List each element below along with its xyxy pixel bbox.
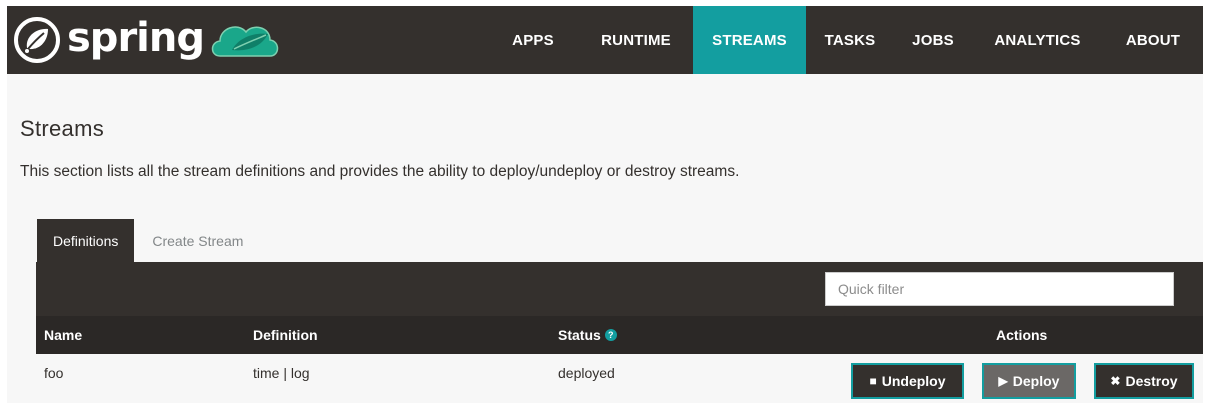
destroy-button[interactable]: ✖ Destroy [1094, 363, 1194, 399]
play-icon: ▶ [998, 374, 1008, 388]
column-header-status[interactable]: Status ? [558, 316, 617, 354]
nav-about[interactable]: ABOUT [1103, 6, 1203, 74]
filter-bar [36, 262, 1203, 316]
stop-icon: ■ [869, 374, 877, 388]
stream-tabs: Definitions Create Stream [37, 219, 259, 262]
nav-runtime[interactable]: RUNTIME [579, 6, 693, 74]
spring-leaf-icon [14, 17, 60, 63]
nav-tasks[interactable]: TASKS [806, 6, 894, 74]
tab-definitions[interactable]: Definitions [37, 219, 135, 262]
tab-create-stream[interactable]: Create Stream [134, 219, 259, 262]
undeploy-button[interactable]: ■ Undeploy [851, 363, 964, 399]
quick-filter-input[interactable] [825, 272, 1174, 306]
undeploy-label: Undeploy [881, 373, 946, 389]
top-navbar: spring APPS RUNTIME STREAMS TASKS JOBS A… [7, 6, 1203, 74]
column-header-actions: Actions [996, 327, 1048, 343]
deploy-button[interactable]: ▶ Deploy [982, 363, 1076, 399]
nav-apps[interactable]: APPS [487, 6, 579, 74]
nav-analytics[interactable]: ANALYTICS [972, 6, 1103, 74]
main-nav: APPS RUNTIME STREAMS TASKS JOBS ANALYTIC… [487, 6, 1203, 74]
deploy-label: Deploy [1012, 373, 1060, 389]
table-header: Name Definition Status ? Actions [36, 316, 1203, 354]
stream-definition: time | log [253, 365, 310, 381]
brand-logo[interactable]: spring [13, 10, 280, 70]
stream-status: deployed [558, 365, 615, 381]
column-header-status-label: Status [558, 327, 601, 343]
table-row: foo time | log deployed ■ Undeploy ▶ Dep… [36, 354, 1203, 403]
page-description: This section lists all the stream defini… [20, 163, 740, 180]
destroy-label: Destroy [1125, 373, 1178, 389]
nav-jobs[interactable]: JOBS [894, 6, 972, 74]
page-title: Streams [20, 116, 105, 141]
question-icon[interactable]: ? [604, 329, 617, 341]
cloud-dataflow-badge-icon [211, 26, 279, 57]
nav-streams[interactable]: STREAMS [693, 6, 806, 74]
stream-name: foo [44, 365, 64, 381]
app-frame: spring APPS RUNTIME STREAMS TASKS JOBS A… [7, 6, 1203, 403]
column-header-name[interactable]: Name [44, 316, 82, 354]
column-header-definition[interactable]: Definition [253, 316, 318, 354]
close-icon: ✖ [1110, 374, 1121, 388]
brand-name: spring [67, 15, 205, 61]
